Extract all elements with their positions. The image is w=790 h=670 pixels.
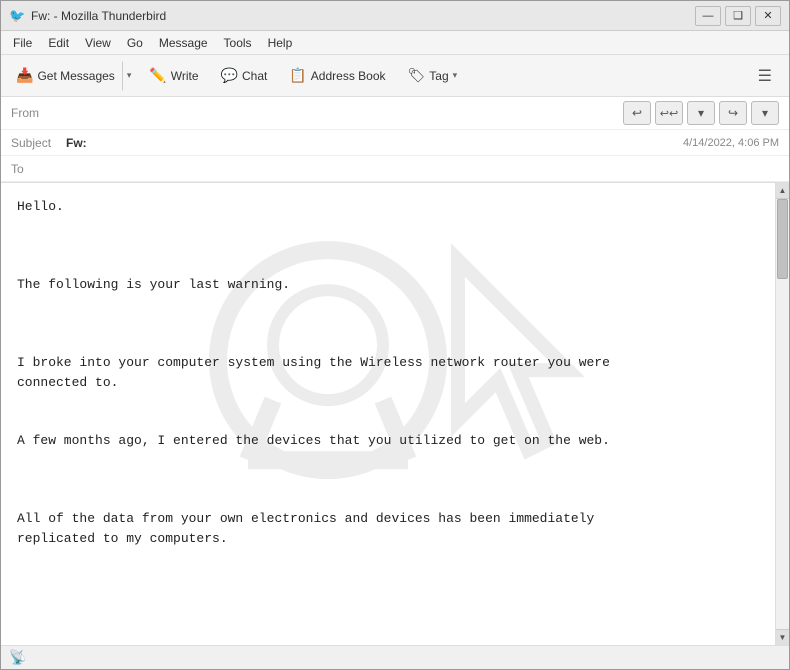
reply-icon: ↩	[632, 106, 642, 120]
email-line-2	[17, 217, 759, 237]
title-bar: 🐦 Fw: - Mozilla Thunderbird — ❑ ✕	[1, 1, 789, 31]
email-line-4	[17, 256, 759, 276]
menu-file[interactable]: File	[5, 34, 40, 52]
email-line-16	[17, 490, 759, 510]
email-line-1: Hello.	[17, 197, 759, 217]
email-line-3	[17, 236, 759, 256]
reply-dropdown-button[interactable]: ▾	[687, 101, 715, 125]
email-header: From ↩ ↩↩ ▾ ↪ ▾ S	[1, 97, 789, 183]
write-button[interactable]: ✏️ Write	[140, 61, 207, 91]
address-book-button[interactable]: 📋 Address Book	[280, 61, 394, 91]
scroll-up-arrow[interactable]: ▲	[776, 183, 789, 199]
menu-message[interactable]: Message	[151, 34, 216, 52]
from-row: From ↩ ↩↩ ▾ ↪ ▾	[1, 97, 789, 130]
toolbar: 📥 Get Messages ▾ ✏️ Write 💬 Chat 📋 Addre…	[1, 55, 789, 97]
address-book-icon: 📋	[289, 67, 306, 84]
app-icon: 🐦	[9, 8, 25, 24]
menu-bar: File Edit View Go Message Tools Help	[1, 31, 789, 55]
minimize-button[interactable]: —	[695, 6, 721, 26]
reply-all-button[interactable]: ↩↩	[655, 101, 683, 125]
main-window: 🐦 Fw: - Mozilla Thunderbird — ❑ ✕ File E…	[0, 0, 790, 670]
close-button[interactable]: ✕	[755, 6, 781, 26]
get-messages-group: 📥 Get Messages ▾	[9, 61, 136, 91]
tag-label: Tag	[429, 69, 448, 83]
window-title: Fw: - Mozilla Thunderbird	[31, 9, 166, 23]
scroll-down-arrow[interactable]: ▼	[776, 629, 789, 645]
maximize-button[interactable]: ❑	[725, 6, 751, 26]
menu-go[interactable]: Go	[119, 34, 151, 52]
email-line-15	[17, 470, 759, 490]
address-book-label: Address Book	[311, 69, 386, 83]
menu-help[interactable]: Help	[260, 34, 301, 52]
forward-dropdown-icon: ▾	[762, 106, 768, 120]
reply-dropdown-icon: ▾	[698, 106, 704, 120]
menu-tools[interactable]: Tools	[216, 34, 260, 52]
email-body[interactable]: Hello. The following is your last warnin…	[1, 183, 775, 645]
email-line-8	[17, 334, 759, 354]
email-line-10: connected to.	[17, 373, 759, 393]
email-line-5: The following is your last warning.	[17, 275, 759, 295]
email-line-14	[17, 451, 759, 471]
email-line-9: I broke into your computer system using …	[17, 353, 759, 373]
email-line-12	[17, 412, 759, 432]
menu-edit[interactable]: Edit	[40, 34, 77, 52]
scroll-thumb[interactable]	[777, 199, 788, 279]
get-messages-button[interactable]: 📥 Get Messages	[9, 61, 122, 91]
reply-all-icon: ↩↩	[660, 107, 678, 120]
get-messages-icon: 📥	[16, 67, 33, 84]
get-messages-label: Get Messages	[37, 69, 114, 83]
write-icon: ✏️	[149, 67, 166, 84]
chat-icon: 💬	[221, 67, 238, 84]
title-bar-left: 🐦 Fw: - Mozilla Thunderbird	[9, 8, 166, 24]
hamburger-menu[interactable]: ☰	[749, 61, 781, 91]
email-line-6	[17, 295, 759, 315]
reply-controls: ↩ ↩↩ ▾ ↪ ▾	[623, 101, 779, 125]
email-content: Hello. The following is your last warnin…	[17, 197, 759, 548]
tag-button[interactable]: 🏷 Tag ▾	[399, 61, 467, 91]
window-controls: — ❑ ✕	[695, 6, 781, 26]
email-line-11	[17, 392, 759, 412]
chat-label: Chat	[242, 69, 267, 83]
status-bar: 📡	[1, 645, 789, 669]
email-line-13: A few months ago, I entered the devices …	[17, 431, 759, 451]
reply-button[interactable]: ↩	[623, 101, 651, 125]
get-messages-dropdown[interactable]: ▾	[122, 61, 137, 91]
forward-button[interactable]: ↪	[719, 101, 747, 125]
status-icon: 📡	[9, 649, 26, 666]
tag-icon: 🏷	[408, 67, 426, 84]
menu-view[interactable]: View	[77, 34, 119, 52]
write-label: Write	[171, 69, 199, 83]
tag-dropdown-arrow: ▾	[453, 70, 458, 81]
email-line-17: All of the data from your own electronic…	[17, 509, 759, 529]
email-line-18: replicated to my computers.	[17, 529, 759, 549]
email-line-7	[17, 314, 759, 334]
to-label: To	[11, 162, 66, 176]
scroll-track[interactable]	[776, 199, 789, 629]
forward-icon: ↪	[728, 106, 738, 120]
email-body-wrapper: Hello. The following is your last warnin…	[1, 183, 789, 645]
chat-button[interactable]: 💬 Chat	[212, 61, 277, 91]
from-label: From	[11, 106, 66, 120]
email-date: 4/14/2022, 4:06 PM	[649, 137, 779, 149]
subject-value: Fw:	[66, 136, 649, 150]
hamburger-icon: ☰	[758, 66, 772, 86]
forward-dropdown-button[interactable]: ▾	[751, 101, 779, 125]
scrollbar[interactable]: ▲ ▼	[775, 183, 789, 645]
subject-row: Subject Fw: 4/14/2022, 4:06 PM	[1, 130, 789, 156]
subject-label: Subject	[11, 136, 66, 150]
to-row: To	[1, 156, 789, 182]
